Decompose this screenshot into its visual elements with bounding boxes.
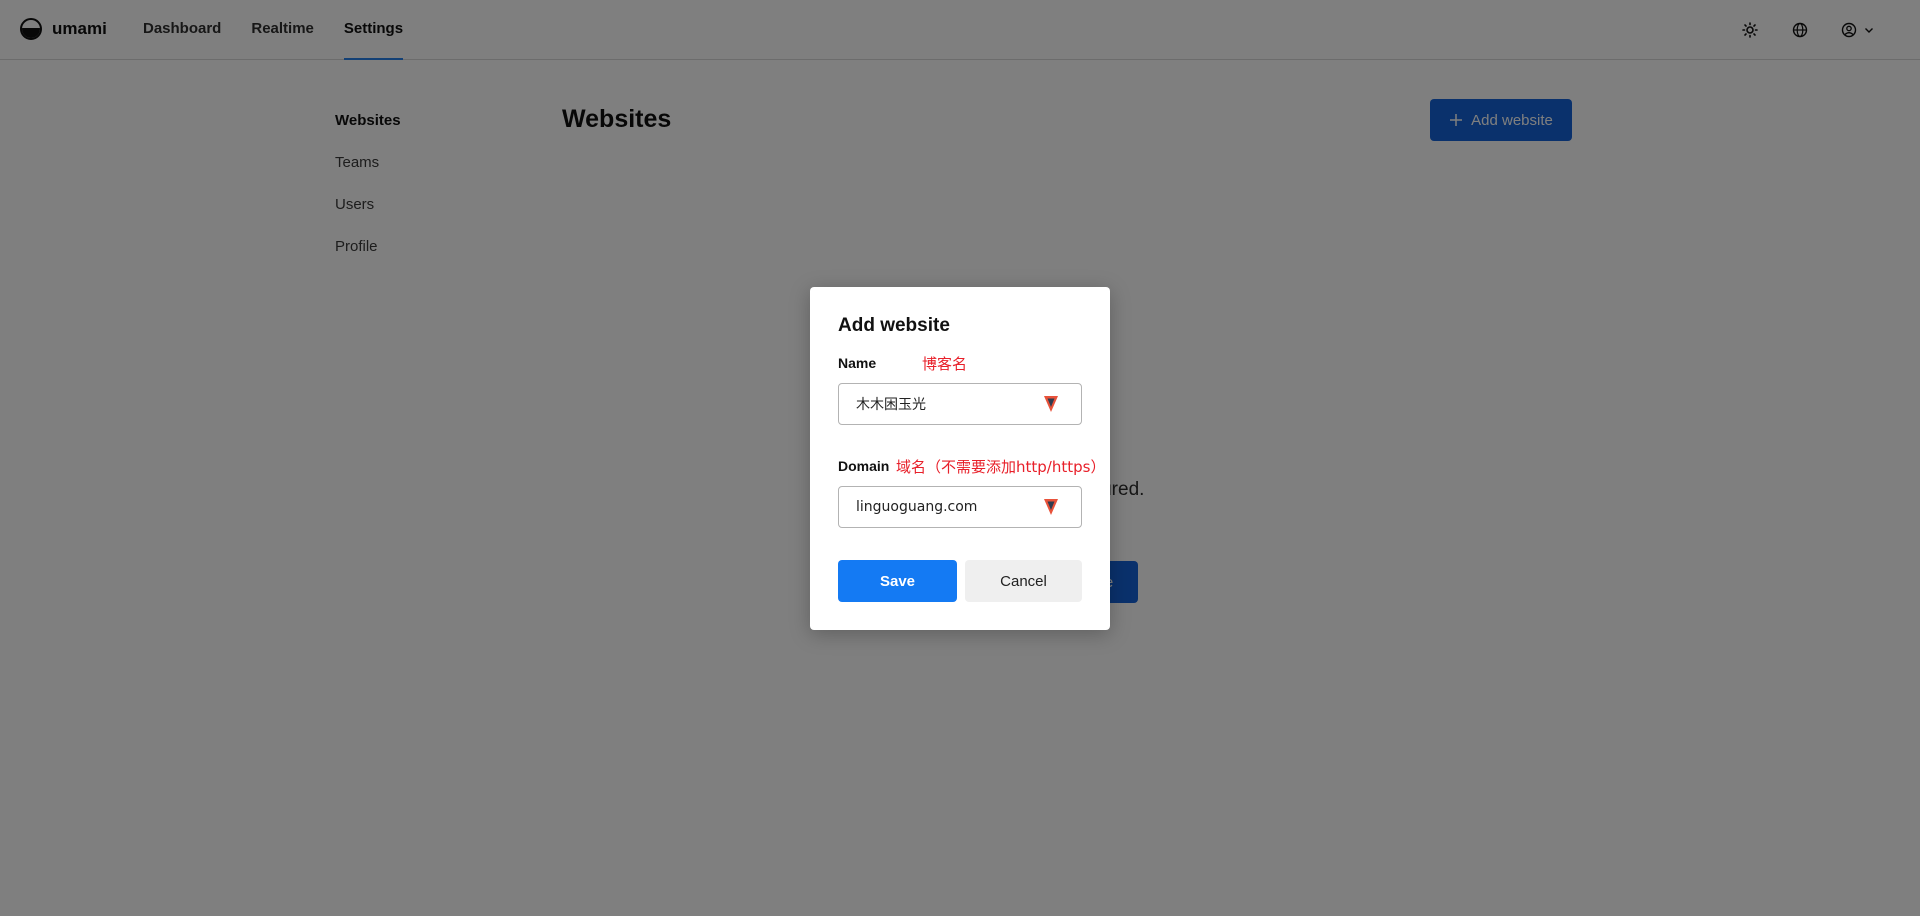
name-label: Name xyxy=(838,355,877,371)
password-manager-icon[interactable] xyxy=(1043,498,1059,516)
password-manager-icon[interactable] xyxy=(1043,395,1059,413)
domain-input[interactable] xyxy=(839,487,1039,527)
add-website-dialog: Add website Name 博客名 Domain 域名（不需要添加http… xyxy=(810,287,1110,630)
name-field[interactable] xyxy=(838,383,1082,425)
domain-label: Domain xyxy=(838,458,890,474)
name-input[interactable] xyxy=(839,384,1039,424)
domain-annotation: 域名（不需要添加http/https） xyxy=(896,458,1106,476)
domain-field[interactable] xyxy=(838,486,1082,528)
name-annotation: 博客名 xyxy=(922,355,968,373)
save-button[interactable]: Save xyxy=(838,560,957,602)
cancel-button[interactable]: Cancel xyxy=(965,560,1082,602)
dialog-title: Add website xyxy=(838,315,950,336)
